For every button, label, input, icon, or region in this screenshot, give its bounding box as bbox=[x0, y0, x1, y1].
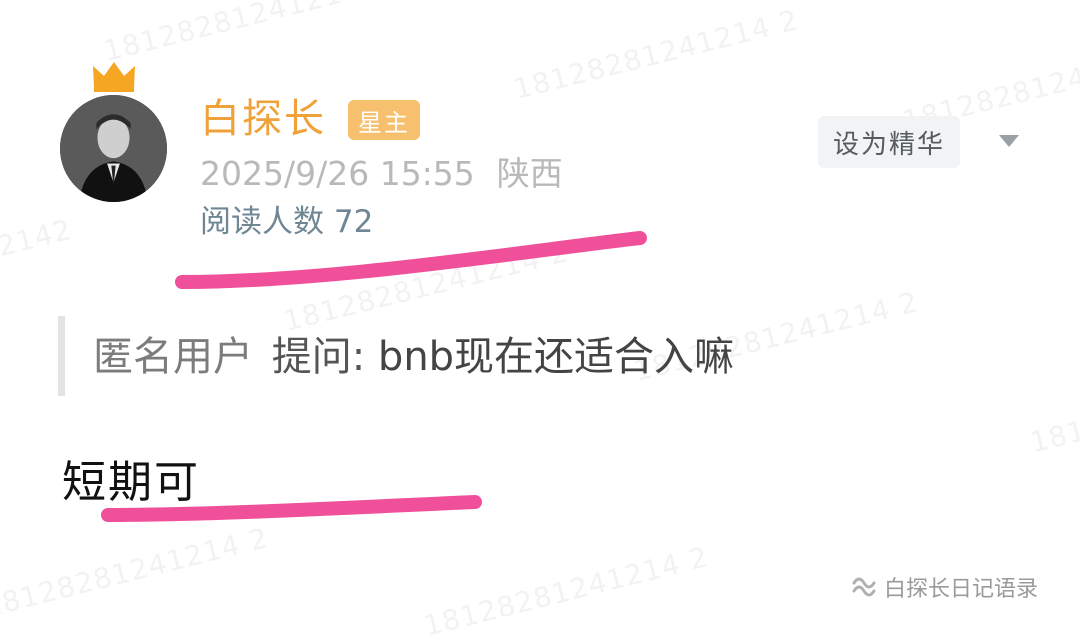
highlight-stroke-reads bbox=[175, 231, 647, 289]
post-location: 陕西 bbox=[496, 154, 563, 193]
star-owner-badge: 星主 bbox=[348, 100, 420, 140]
crown-icon bbox=[93, 62, 135, 92]
question-prefix: 提问: bbox=[271, 334, 366, 380]
wechat-channel-icon bbox=[852, 577, 876, 597]
quote-bar bbox=[58, 316, 65, 396]
watermark: 18128281241214 2 bbox=[0, 521, 272, 624]
footer-label: 白探长日记语录 bbox=[884, 577, 1039, 602]
read-count: 阅读人数 72 bbox=[200, 204, 374, 240]
watermark: 18128281241214 2 bbox=[420, 540, 712, 643]
post-meta: 2025/9/26 15:55 陕西 bbox=[200, 152, 563, 196]
set-featured-button[interactable]: 设为精华 bbox=[818, 116, 960, 168]
watermark: 18128281241214 2 bbox=[510, 3, 802, 106]
author-name[interactable]: 白探长 bbox=[200, 94, 326, 144]
footer-brand: 白探长日记语录 bbox=[850, 571, 1038, 603]
avatar-portrait-image bbox=[60, 95, 167, 202]
avatar[interactable] bbox=[60, 95, 167, 202]
post-timestamp: 2025/9/26 15:55 bbox=[200, 154, 475, 193]
question-text: 匿名用户 提问: bnb现在还适合入嘛 bbox=[93, 330, 734, 384]
more-options-button[interactable] bbox=[994, 128, 1024, 154]
author-avatar-group[interactable] bbox=[60, 58, 168, 202]
watermark: 412142 bbox=[0, 212, 76, 273]
answer-text: 短期可 bbox=[62, 457, 200, 508]
asker-name: 匿名用户 bbox=[93, 334, 253, 380]
watermark: 18128281241214 2 bbox=[280, 235, 572, 338]
triangle-down-icon bbox=[999, 135, 1019, 147]
watermark: 181 bbox=[1026, 413, 1080, 460]
question-body: bnb现在还适合入嘛 bbox=[377, 334, 735, 380]
